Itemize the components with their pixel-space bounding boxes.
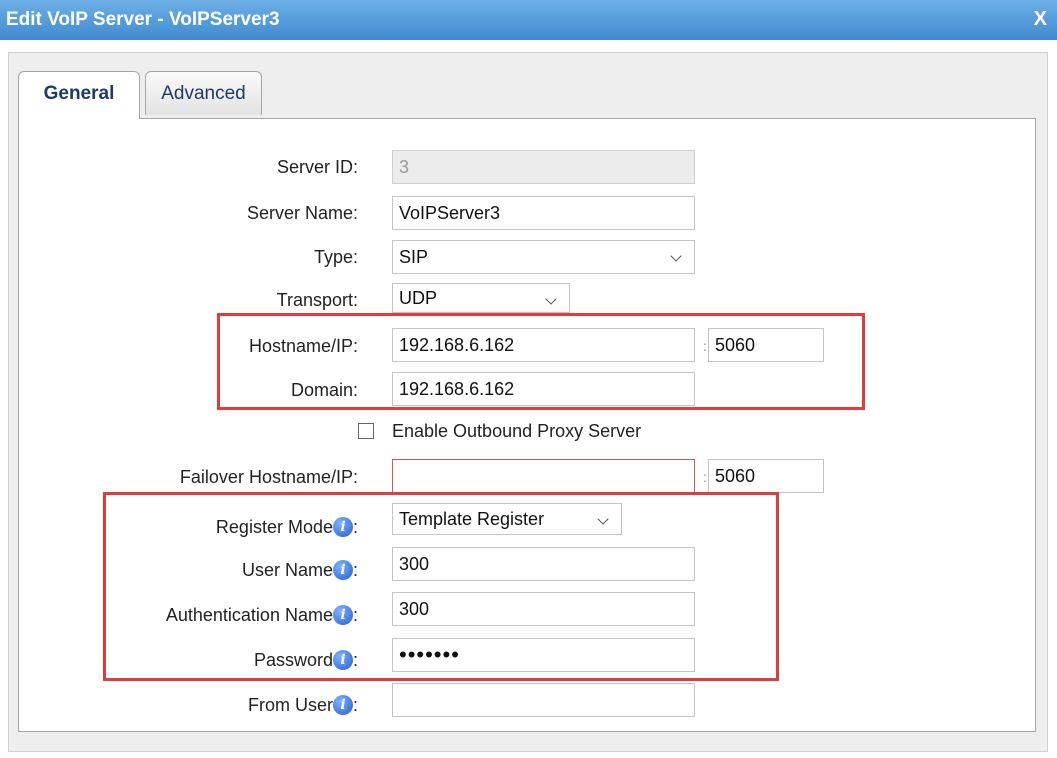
transport-label: Transport: <box>276 290 358 310</box>
server-id-field: 3 <box>392 150 695 184</box>
from-user-label-group: From User i: <box>247 695 358 715</box>
failover-hostname-label: Failover Hostname/IP: <box>179 467 358 487</box>
type-select-value: SIP <box>399 247 429 267</box>
highlight-box-hostname <box>217 313 865 410</box>
type-select[interactable]: SIP <box>392 240 695 274</box>
outbound-proxy-checkbox[interactable] <box>358 423 374 439</box>
tab-general[interactable]: General <box>18 71 140 119</box>
from-user-input[interactable] <box>392 683 695 717</box>
outbound-proxy-label: Enable Outbound Proxy Server <box>392 421 642 441</box>
dialog-titlebar: Edit VoIP Server - VoIPServer3 X <box>0 0 1057 40</box>
dialog-title: Edit VoIP Server - VoIPServer3 <box>6 9 280 30</box>
server-name-input[interactable]: VoIPServer3 <box>392 196 695 230</box>
transport-select[interactable]: UDP <box>392 283 570 313</box>
from-user-label: From User <box>247 695 333 715</box>
info-icon[interactable]: i <box>332 695 353 715</box>
close-button[interactable]: X <box>1034 8 1047 31</box>
tab-advanced[interactable]: Advanced <box>145 71 262 115</box>
transport-select-value: UDP <box>399 288 438 308</box>
type-label: Type: <box>313 247 358 267</box>
highlight-box-registration <box>103 492 779 681</box>
server-id-label: Server ID: <box>276 157 358 177</box>
failover-port-input[interactable]: 5060 <box>708 459 824 493</box>
failover-port-separator: : <box>703 469 707 485</box>
failover-hostname-input[interactable] <box>392 459 695 493</box>
server-name-label: Server Name: <box>246 203 358 223</box>
